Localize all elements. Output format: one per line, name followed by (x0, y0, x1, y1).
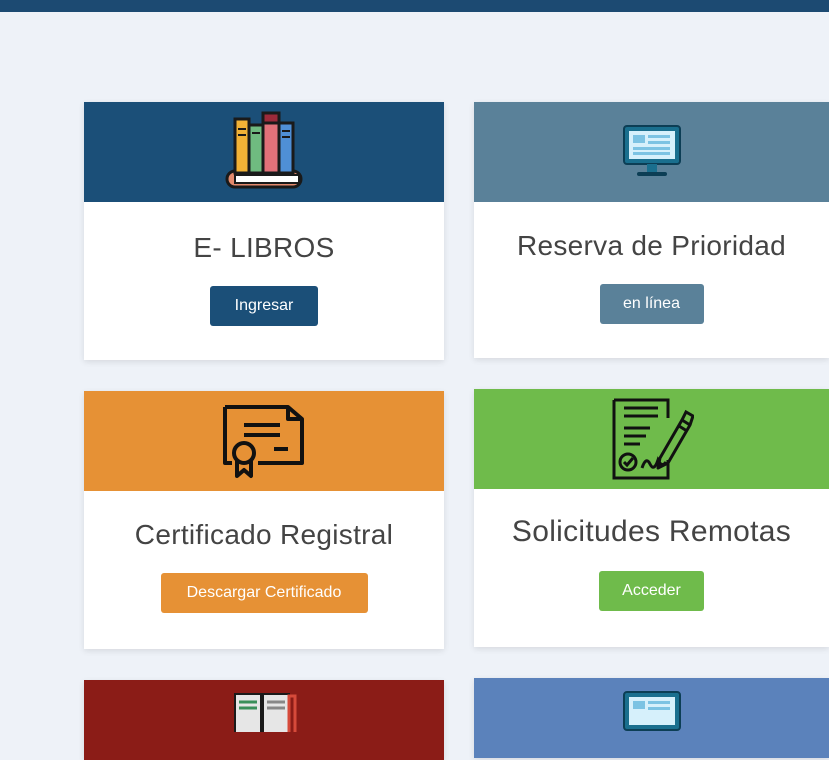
card-solicitudes-body: Solicitudes Remotas Acceder (474, 489, 829, 611)
card-reserva-prioridad: Reserva de Prioridad en línea (474, 102, 829, 358)
card-6-header (474, 678, 829, 758)
ingresar-button[interactable]: Ingresar (210, 286, 318, 326)
books-icon (225, 111, 303, 189)
card-ebooks: E- LIBROS Ingresar (84, 102, 444, 360)
card-6-partial (474, 678, 829, 758)
card-5-header (84, 680, 444, 760)
card-5-partial (84, 680, 444, 760)
card-certificado-body: Certificado Registral Descargar Certific… (84, 491, 444, 613)
monitor-icon (622, 125, 681, 176)
card-title: E- LIBROS (193, 232, 335, 263)
card-solicitudes-remotas: Solicitudes Remotas Acceder (474, 389, 829, 647)
card-title: Certificado Registral (134, 519, 394, 550)
card-reserva-body: Reserva de Prioridad en línea (474, 202, 829, 324)
monitor-icon (622, 691, 681, 731)
acceder-button[interactable]: Acceder (599, 571, 704, 611)
card-title: Reserva de Prioridad (516, 230, 787, 261)
en-linea-button[interactable]: en línea (599, 284, 704, 324)
top-navigation-bar (0, 0, 829, 12)
card-solicitudes-header (474, 389, 829, 489)
open-book-icon (234, 693, 297, 732)
card-reserva-header (474, 102, 829, 202)
card-ebooks-body: E- LIBROS Ingresar (84, 202, 444, 326)
card-certificado-header (84, 391, 444, 491)
descargar-certificado-button[interactable]: Descargar Certificado (160, 573, 368, 613)
certificate-icon (223, 405, 304, 478)
card-certificado-registral: Certificado Registral Descargar Certific… (84, 391, 444, 649)
signed-document-icon (612, 398, 694, 480)
card-ebooks-header (84, 102, 444, 202)
card-title: Solicitudes Remotas (511, 515, 792, 548)
